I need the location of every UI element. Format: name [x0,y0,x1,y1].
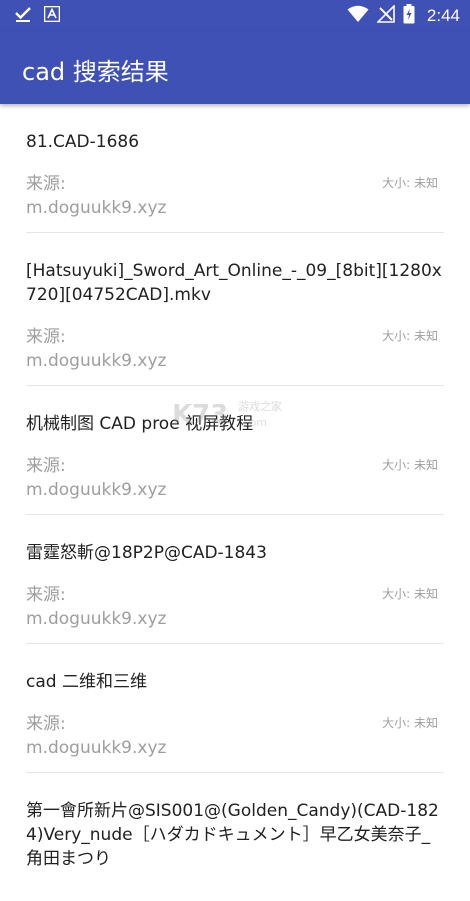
no-signal-icon [375,4,395,27]
size-text: 大小: 未知 [382,458,438,472]
size-text: 大小: 未知 [382,329,438,343]
result-title: 雷霆怒斬@18P2P@CAD-1843 [26,543,267,563]
page-title: cad 搜索结果 [22,58,169,86]
status-right-icons: 2:44 [347,4,460,28]
result-title: 81.CAD-1686 [26,132,140,152]
result-meta: 来源: m.doguukk9.xyz 大小: 未知 [26,325,444,373]
source-value: m.doguukk9.xyz [26,351,167,371]
source-value: m.doguukk9.xyz [26,480,167,500]
result-item[interactable]: cad 二维和三维 来源: m.doguukk9.xyz 大小: 未知 [26,644,444,773]
result-meta: 来源: m.doguukk9.xyz 大小: 未知 [26,712,444,760]
result-item[interactable]: [Hatsuyuki]_Sword_Art_Online_-_09_[8bit]… [26,233,444,386]
result-item[interactable]: 第一會所新片@SIS001@(Golden_Candy)(CAD-1824)Ve… [26,773,444,901]
battery-charging-icon [403,4,415,28]
search-results-list[interactable]: 81.CAD-1686 来源: m.doguukk9.xyz 大小: 未知 [H… [26,104,444,901]
result-meta: 来源: m.doguukk9.xyz 大小: 未知 [26,172,444,220]
result-title: 第一會所新片@SIS001@(Golden_Candy)(CAD-1824)Ve… [26,801,439,869]
size-text: 大小: 未知 [382,587,438,601]
status-bar: 2:44 [0,0,470,31]
font-a-icon [43,5,61,26]
result-title: [Hatsuyuki]_Sword_Art_Online_-_09_[8bit]… [26,261,442,305]
status-left-icons [14,5,61,27]
source-value: m.doguukk9.xyz [26,738,167,758]
result-item[interactable]: 机械制图 CAD proe 视屏教程 来源: m.doguukk9.xyz 大小… [26,386,444,515]
source-value: m.doguukk9.xyz [26,609,167,629]
size-text: 大小: 未知 [382,716,438,730]
result-item[interactable]: 雷霆怒斬@18P2P@CAD-1843 来源: m.doguukk9.xyz 大… [26,515,444,644]
result-title: 机械制图 CAD proe 视屏教程 [26,414,254,434]
result-title: cad 二维和三维 [26,672,147,692]
app-bar: cad 搜索结果 [0,31,470,104]
source-value: m.doguukk9.xyz [26,198,167,218]
wifi-icon [347,5,369,27]
status-time: 2:44 [426,6,460,25]
result-meta: 来源: m.doguukk9.xyz 大小: 未知 [26,454,444,502]
check-icon [14,5,32,27]
result-meta: 来源: m.doguukk9.xyz 大小: 未知 [26,583,444,631]
size-text: 大小: 未知 [382,176,438,190]
result-item[interactable]: 81.CAD-1686 来源: m.doguukk9.xyz 大小: 未知 [26,104,444,233]
